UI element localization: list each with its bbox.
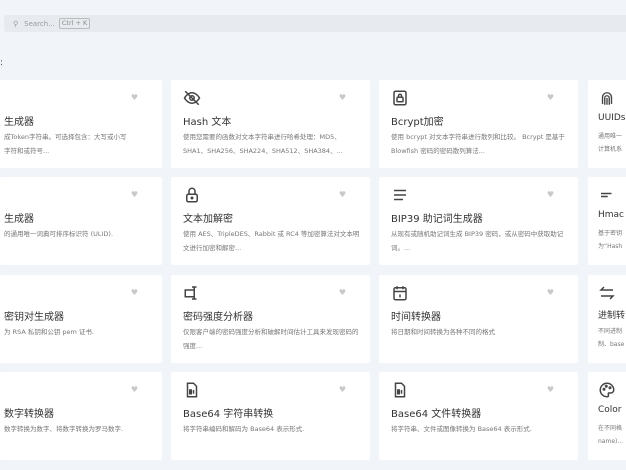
tool-description: 的通用唯一词典可排序标识符 (ULID). [4,230,114,238]
tool-card[interactable]: ♥ 生成器的通用唯一词典可排序标识符 (ULID). [0,177,162,265]
tool-description: 从现有或随机助记词生成 BIP39 密码，或从密码中获取助记词。... [391,230,564,252]
favorite-heart-icon[interactable]: ♥ [339,190,346,199]
favorite-heart-icon[interactable]: ♥ [547,190,554,199]
tool-card[interactable]: ♥ BIP39 助记词生成器从现有或随机助记词生成 BIP39 密码，或从密码中获… [379,177,578,265]
tool-card[interactable]: ♥ 文本加解密使用 AES、TripleDES、Rabbit 或 RC4 等加密算… [171,177,370,265]
favorite-heart-icon[interactable]: ♥ [131,385,138,394]
section-title: : [0,58,4,68]
tool-card[interactable]: ♥ Hash 文本使用您需要的函数对文本字符串进行哈希处理：MD5、SHA1、SH… [171,80,370,168]
tool-title: Color [598,405,622,415]
tool-description: 仅限客户端的密码强度分析和破解时间估计工具来发现密码的强度... [183,328,359,350]
file-binary-icon [183,381,201,399]
tool-card[interactable]: UUIDs 通用唯一 计算机系 [588,80,626,168]
tool-card[interactable]: 进制转不同进制 制、base [588,275,626,363]
tool-card[interactable]: ♥ 生成器成Token字符串。可选择包含：大写或小写字符和或符号... [0,80,162,168]
tool-description: 使用 AES、TripleDES、Rabbit 或 RC4 等加密算法对文本明文… [183,230,360,252]
eye-off-icon [183,89,201,107]
tool-description: 在不同格 name)... [598,425,624,445]
tool-card[interactable]: ♥ 时间转换器将日期和时间转换为各种不同的格式 [379,275,578,363]
tool-description: 使用您需要的函数对文本字符串进行哈希处理：MD5、SHA1、SHA256、SHA… [183,133,343,155]
tool-title: 文本加解密 [183,214,233,225]
tool-title: 生成器 [4,117,34,128]
tool-title: UUIDs [598,113,626,123]
tool-description: 将字符串编码和解码为 Base64 表示形式. [183,425,305,433]
tool-description: 成Token字符串。可选择包含：大写或小写字符和或符号... [4,133,127,155]
tool-description: 将字符串、文件或图像转换为 Base64 表示形式. [391,425,532,433]
tool-title: 时间转换器 [391,312,441,323]
search-placeholder: Search... [24,19,55,28]
tool-title: 进制转 [598,311,626,321]
favorite-heart-icon[interactable]: ♥ [131,288,138,297]
tool-description: 将日期和时间转换为各种不同的格式 [391,328,495,336]
tool-title: BIP39 助记词生成器 [391,214,483,225]
tool-description: 基于密钥 为“Hash [598,230,623,250]
lock-icon [183,186,201,204]
lock-square-icon [391,89,409,107]
tool-card[interactable]: ♥ Bcrypt加密使用 bcrypt 对文本字符串进行散列和比较。 Bcrypt… [379,80,578,168]
tool-title: 数字转换器 [4,409,54,420]
tool-card[interactable]: ♥ 密钥对生成器为 RSA 私钥和公钥 pem 证书. [0,275,162,363]
short-text-icon [598,186,616,204]
favorite-heart-icon[interactable]: ♥ [547,93,554,102]
file-binary-icon [391,381,409,399]
calendar-icon [391,284,409,302]
tool-title: Hmac [598,210,624,220]
tool-description: 为 RSA 私钥和公钥 pem 证书. [4,328,94,336]
tool-description: 数字转换为数字、将数字转换为罗马数字. [4,425,124,433]
tool-title: Hash 文本 [183,117,232,128]
tool-card[interactable]: ♥ 密码强度分析器仅限客户端的密码强度分析和破解时间估计工具来发现密码的强度... [171,275,370,363]
favorite-heart-icon[interactable]: ♥ [547,288,554,297]
tool-card[interactable]: ♥ Base64 文件转换器将字符串、文件或图像转换为 Base64 表示形式. [379,372,578,460]
tool-card[interactable]: Color 在不同格 name)... [588,372,626,460]
favorite-heart-icon[interactable]: ♥ [339,93,346,102]
favorite-heart-icon[interactable]: ♥ [131,190,138,199]
fingerprint-icon [598,89,616,107]
tool-card[interactable]: Hmac 基于密钥 为“Hash [588,177,626,265]
search-icon: ⚲ [13,19,19,28]
arrows-exchange-icon [598,284,616,302]
password-icon [183,284,201,302]
tool-description: 通用唯一 计算机系 [598,133,623,153]
tool-title: 生成器 [4,214,34,225]
tool-title: Base64 文件转换器 [391,409,482,420]
tool-card[interactable]: ♥ 数字转换器数字转换为数字、将数字转换为罗马数字. [0,372,162,460]
align-justify-icon [391,186,409,204]
palette-icon [598,381,616,399]
tool-title: Base64 字符串转换 [183,409,274,420]
tool-title: 密钥对生成器 [4,312,64,323]
shortcut-badge: Ctrl + K [58,18,91,29]
tool-title: Bcrypt加密 [391,117,444,128]
tool-description: 使用 bcrypt 对文本字符串进行散列和比较。 Bcrypt 是基于 Blow… [391,133,565,155]
tool-title: 密码强度分析器 [183,312,253,323]
tool-description: 不同进制 制、base [598,328,625,348]
favorite-heart-icon[interactable]: ♥ [131,93,138,102]
search-input[interactable]: ⚲ Search... Ctrl + K [4,15,626,32]
favorite-heart-icon[interactable]: ♥ [547,385,554,394]
tool-card[interactable]: ♥ Base64 字符串转换将字符串编码和解码为 Base64 表示形式. [171,372,370,460]
favorite-heart-icon[interactable]: ♥ [339,385,346,394]
favorite-heart-icon[interactable]: ♥ [339,288,346,297]
